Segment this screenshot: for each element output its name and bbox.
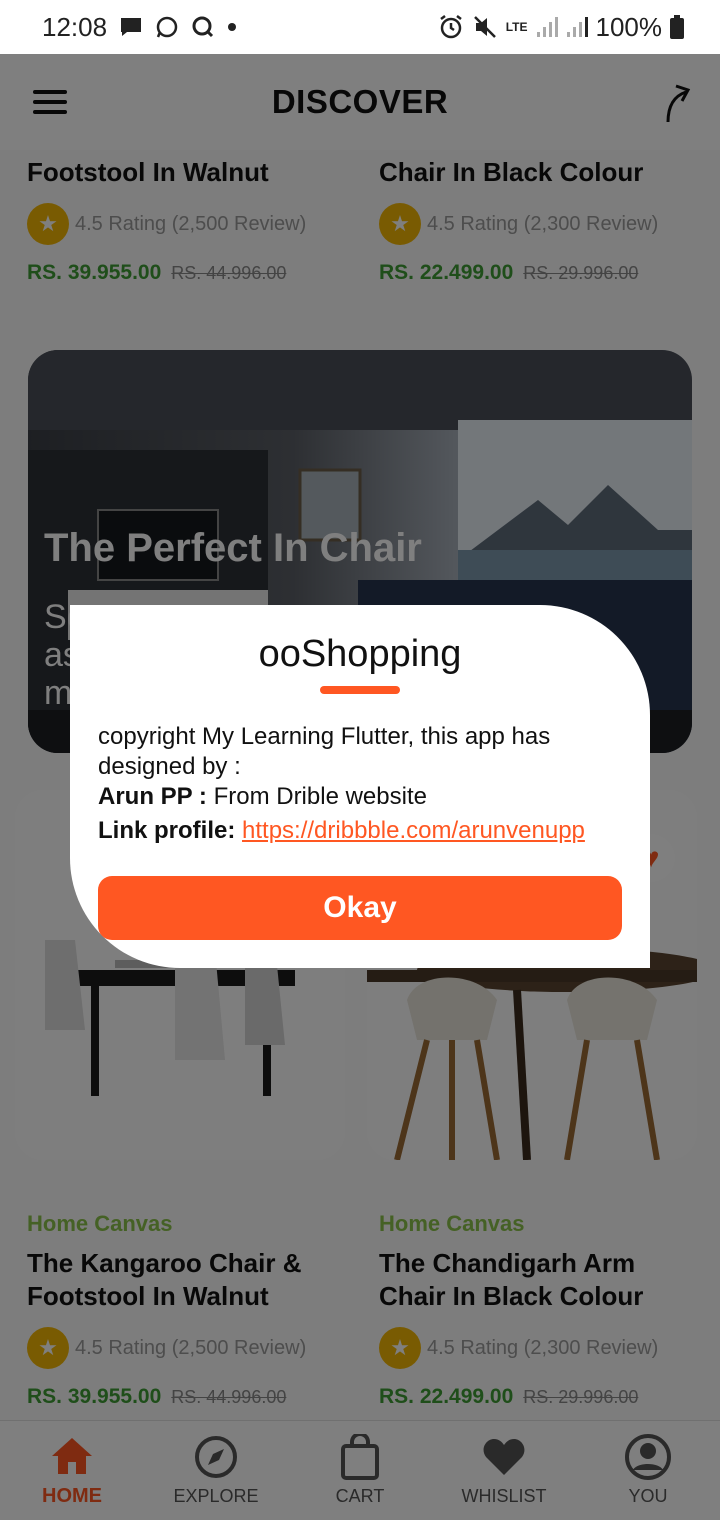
status-time: 12:08	[42, 11, 108, 42]
status-right: LTE 100%	[438, 12, 684, 43]
dialog-title: ooShopping	[258, 633, 462, 675]
profile-link[interactable]: https://dribbble.com/arunvenupp	[242, 817, 585, 844]
whatsapp-icon	[155, 15, 179, 39]
dot-icon	[227, 22, 237, 32]
chat-icon	[119, 16, 143, 38]
title-underline	[320, 686, 400, 694]
about-dialog: ooShopping copyright My Learning Flutter…	[70, 605, 650, 968]
status-left: 12:08	[42, 12, 237, 43]
link-label: Link profile:	[98, 817, 236, 844]
dialog-copyright-text: copyright My Learning Flutter, this app …	[98, 723, 551, 780]
author-value: From Drible website	[206, 783, 427, 810]
alarm-icon	[438, 14, 464, 40]
dialog-link-row: Link profile: https://dribbble.com/arunv…	[98, 816, 622, 846]
dialog-author-row: Arun PP : From Drible website	[98, 782, 622, 812]
battery-icon	[670, 15, 684, 39]
q-icon	[191, 15, 215, 39]
okay-button[interactable]: Okay	[98, 876, 622, 940]
lte-icon: LTE	[505, 20, 528, 34]
signal-icon-2	[566, 16, 588, 38]
mute-icon	[472, 14, 498, 40]
signal-icon	[536, 16, 558, 38]
dialog-body: copyright My Learning Flutter, this app …	[98, 722, 622, 846]
author-label: Arun PP :	[98, 783, 207, 810]
battery-percent: 100%	[595, 11, 663, 42]
status-bar: 12:08 LTE 100%	[0, 0, 720, 54]
